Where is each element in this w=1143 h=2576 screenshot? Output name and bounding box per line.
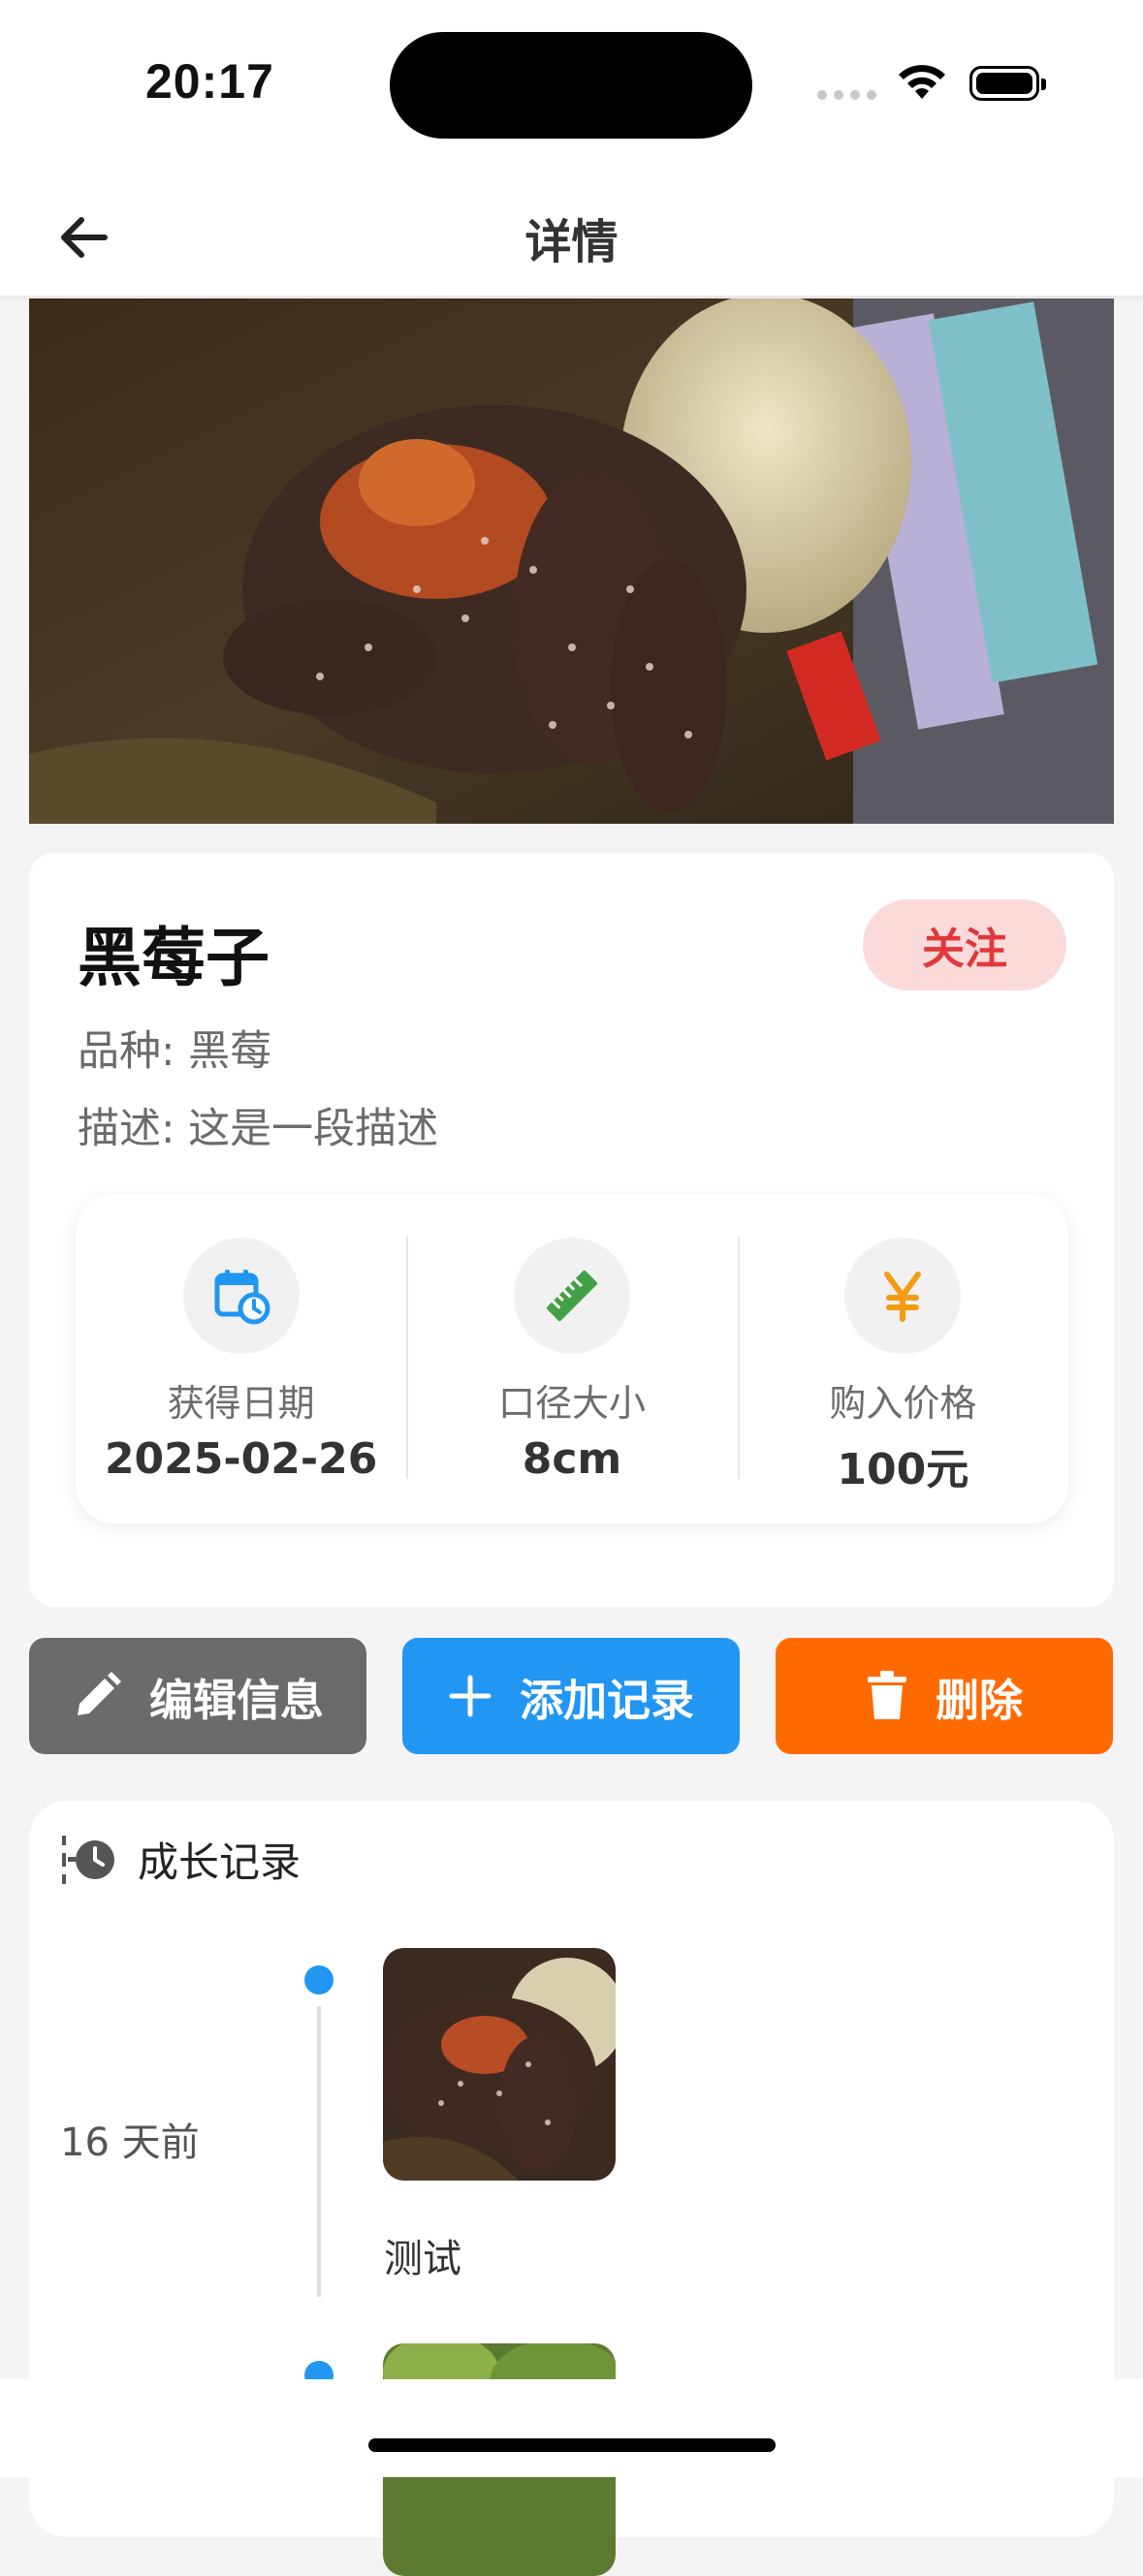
- records-title: 成长记录: [138, 1838, 302, 1886]
- timeline-line: [317, 2006, 321, 2297]
- breed-value: 黑莓: [188, 1027, 272, 1076]
- pet-name: 黑莓子: [78, 921, 270, 995]
- home-indicator[interactable]: [368, 2438, 776, 2452]
- battery-icon: [969, 66, 1046, 101]
- add-record-button[interactable]: 添加记录: [402, 1638, 740, 1754]
- pencil-icon: [77, 1672, 121, 1715]
- trash-icon: [867, 1671, 906, 1719]
- record-photo[interactable]: [383, 1948, 616, 2181]
- wifi-icon: [899, 65, 945, 99]
- status-bar: 20:17: [0, 0, 1143, 165]
- cellular-signal-icon: [817, 90, 876, 100]
- navigation-bar: 详情: [0, 165, 1143, 296]
- stat-label: 口径大小: [497, 1382, 646, 1425]
- description-label: 描述:: [78, 1105, 189, 1153]
- history-timeline-icon: [62, 1835, 114, 1884]
- yen-icon: [844, 1238, 962, 1354]
- follow-button[interactable]: 关注: [863, 899, 1066, 990]
- description-value: 这是一段描述: [188, 1105, 439, 1153]
- pet-description: 描述: 这是一段描述: [78, 1095, 438, 1155]
- bottom-safe-area: [0, 2379, 1143, 2477]
- add-record-label: 添加记录: [519, 1674, 694, 1726]
- record-date: 16 天前: [60, 2120, 200, 2165]
- pet-info-card: 黑莓子 关注 品种: 黑莓 描述: 这是一段描述 获得日期 2025-02-26: [29, 853, 1114, 1607]
- edit-info-label: 编辑信息: [148, 1674, 324, 1726]
- record-note: 测试: [384, 2237, 461, 2281]
- pet-breed: 品种: 黑莓: [78, 1018, 271, 1078]
- stat-label: 获得日期: [167, 1382, 315, 1425]
- page-title: 详情: [524, 215, 619, 269]
- timeline-dot: [304, 1965, 333, 1995]
- stat-label: 购入价格: [829, 1382, 977, 1425]
- stat-value: 8cm: [522, 1434, 622, 1484]
- stat-value: 100元: [837, 1445, 969, 1494]
- calendar-clock-icon: [182, 1238, 300, 1354]
- status-time: 20:17: [145, 54, 274, 109]
- stat-price: 购入价格 100元: [737, 1194, 1068, 1524]
- stats-panel: 获得日期 2025-02-26 口径大小 8cm 购入价格 100元: [76, 1194, 1068, 1524]
- records-header: 成长记录: [60, 1830, 301, 1889]
- stat-value: 2025-02-26: [104, 1434, 378, 1484]
- dynamic-island: [390, 32, 752, 139]
- hero-photo: [29, 298, 1114, 824]
- delete-button[interactable]: 删除: [776, 1638, 1113, 1754]
- ruler-icon: [513, 1238, 630, 1354]
- plus-icon: [449, 1675, 492, 1717]
- breed-label: 品种:: [78, 1027, 189, 1076]
- edit-info-button[interactable]: 编辑信息: [29, 1638, 366, 1754]
- stat-size: 口径大小 8cm: [406, 1194, 737, 1524]
- delete-label: 删除: [935, 1674, 1023, 1726]
- stat-acquired-date: 获得日期 2025-02-26: [76, 1194, 406, 1524]
